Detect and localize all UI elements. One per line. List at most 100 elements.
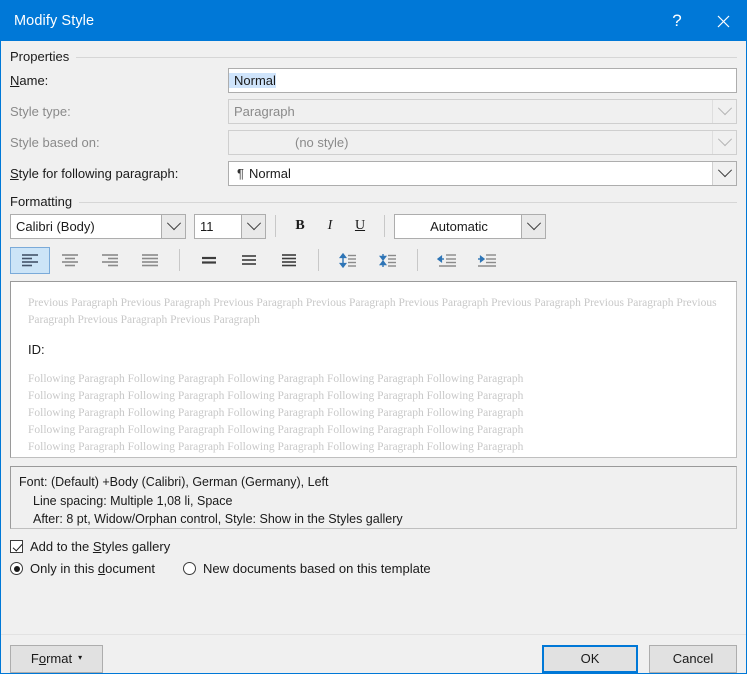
font-toolbar: Calibri (Body) 11 B I U Automatic — [10, 212, 737, 240]
style-description: Font: (Default) +Body (Calibri), German … — [10, 466, 737, 529]
cancel-button[interactable]: Cancel — [649, 644, 737, 673]
italic-button[interactable]: I — [315, 213, 345, 240]
properties-group-header: Properties — [10, 49, 737, 64]
align-left-button[interactable] — [10, 246, 50, 274]
chevron-down-icon[interactable] — [161, 214, 185, 238]
following-paragraph-row: Style for following paragraph: ¶ Normal — [10, 160, 737, 186]
chevron-down-icon[interactable] — [712, 161, 736, 185]
line-spacing-double-icon — [282, 254, 296, 267]
line-spacing-1point5-button[interactable] — [229, 247, 269, 274]
new-documents-radio[interactable] — [183, 562, 197, 575]
toolbar-separator — [417, 249, 418, 271]
preview-previous-paragraph: Previous Paragraph Previous Paragraph Pr… — [28, 297, 717, 326]
line-spacing-single-button[interactable] — [189, 247, 229, 274]
align-right-button[interactable] — [90, 247, 130, 274]
format-button[interactable]: Format ▾ — [10, 644, 103, 673]
caret-down-icon: ▾ — [78, 653, 83, 662]
font-size-dropdown[interactable]: 11 — [194, 213, 266, 239]
underline-icon: U — [354, 218, 366, 233]
style-name-input[interactable]: Normal — [228, 67, 737, 93]
underline-button[interactable]: U — [345, 213, 375, 240]
help-button[interactable]: ? — [654, 1, 700, 41]
preview-following-line: Following Paragraph Following Paragraph … — [28, 373, 524, 385]
preview-following-line: Following Paragraph Following Paragraph … — [28, 407, 524, 419]
align-center-icon — [62, 254, 78, 267]
font-family-dropdown[interactable]: Calibri (Body) — [10, 213, 186, 239]
group-divider-line — [76, 57, 737, 58]
italic-icon: I — [327, 218, 333, 233]
close-icon — [717, 15, 729, 27]
toolbar-separator — [318, 249, 319, 271]
decrease-indent-button[interactable] — [427, 247, 467, 274]
title-bar: Modify Style ? — [1, 1, 746, 41]
font-size-value: 11 — [200, 218, 214, 234]
properties-group-label: Properties — [10, 49, 70, 64]
add-to-gallery-label: Add to the Styles gallery — [30, 539, 171, 554]
style-based-on-value: (no style) — [295, 134, 349, 150]
new-documents-option[interactable]: New documents based on this template — [183, 561, 431, 576]
line-spacing-double-button[interactable] — [269, 247, 309, 274]
following-paragraph-value: Normal — [248, 165, 291, 181]
decrease-indent-icon — [437, 253, 456, 267]
chevron-down-icon[interactable] — [241, 214, 265, 238]
following-paragraph-label-accel: S — [10, 165, 19, 181]
style-type-label: Style type: — [10, 103, 71, 119]
justify-button[interactable] — [130, 247, 170, 274]
name-label: Name: — [10, 73, 228, 88]
following-paragraph-label-rest: tyle for following paragraph: — [18, 165, 179, 181]
chevron-down-icon — [712, 99, 736, 123]
formatting-group-label: Formatting — [10, 194, 73, 209]
ok-button[interactable]: OK — [542, 644, 638, 673]
increase-paragraph-spacing-button[interactable] — [328, 247, 368, 274]
increase-paragraph-spacing-icon — [338, 252, 356, 268]
style-type-dropdown: Paragraph — [228, 98, 737, 124]
font-family-value: Calibri (Body) — [16, 218, 95, 234]
scope-radio-group: Only in this document New documents base… — [10, 561, 737, 576]
preview-sample-text: ID: — [28, 342, 45, 357]
paragraph-toolbar — [10, 246, 737, 274]
preview-following-line: Following Paragraph Following Paragraph … — [28, 441, 524, 453]
dialog-title: Modify Style — [14, 13, 95, 29]
chevron-down-icon — [712, 130, 736, 154]
increase-indent-icon — [478, 253, 496, 267]
add-to-gallery-accel: S — [92, 539, 102, 554]
align-center-button[interactable] — [50, 247, 90, 274]
decrease-paragraph-spacing-button[interactable] — [368, 247, 408, 274]
style-name-value: Normal — [229, 72, 276, 88]
name-label-rest: ame: — [19, 72, 49, 88]
style-based-on-row: Style based on: (no style) — [10, 129, 737, 155]
preview-following-line: Following Paragraph Following Paragraph … — [28, 390, 524, 402]
justify-icon — [142, 254, 158, 267]
description-line-3: After: 8 pt, Widow/Orphan control, Style… — [33, 512, 403, 526]
dialog-body: Properties Name: Normal Style type: Para… — [1, 49, 746, 673]
style-based-on-dropdown: (no style) — [228, 129, 737, 155]
close-button[interactable] — [700, 1, 746, 41]
line-spacing-single-icon — [202, 256, 216, 264]
modify-style-dialog: Modify Style ? Properties Name: Normal S… — [0, 0, 747, 674]
font-color-dropdown[interactable]: Automatic — [394, 213, 546, 239]
toolbar-separator — [275, 215, 276, 237]
style-based-on-label: Style based on: — [10, 134, 100, 150]
only-this-document-radio[interactable] — [10, 562, 23, 575]
align-left-icon — [22, 254, 38, 267]
increase-indent-button[interactable] — [467, 247, 507, 274]
name-label-accel: N — [10, 72, 20, 88]
new-documents-label: New documents based on this template — [203, 561, 431, 576]
add-to-gallery-checkbox-row[interactable]: Add to the Styles gallery — [10, 539, 737, 554]
following-paragraph-dropdown[interactable]: ¶ Normal — [228, 160, 737, 186]
line-spacing-1.5-icon — [242, 255, 256, 265]
toolbar-separator — [179, 249, 180, 271]
description-line-1: Font: (Default) +Body (Calibri), German … — [19, 475, 329, 489]
align-right-icon — [102, 254, 118, 267]
title-bar-buttons: ? — [654, 1, 746, 41]
style-type-value: Paragraph — [234, 103, 295, 119]
only-this-document-label[interactable]: Only in this document — [30, 561, 155, 576]
bold-button[interactable]: B — [285, 213, 315, 240]
format-button-label: Format — [30, 651, 73, 666]
add-to-gallery-checkbox[interactable] — [10, 540, 23, 553]
pilcrow-icon: ¶ — [237, 165, 244, 181]
chevron-down-icon[interactable] — [521, 214, 545, 238]
formatting-group-header: Formatting — [10, 194, 737, 209]
format-button-accel: o — [38, 651, 47, 666]
preview-following-line: Following Paragraph Following Paragraph … — [28, 424, 524, 436]
